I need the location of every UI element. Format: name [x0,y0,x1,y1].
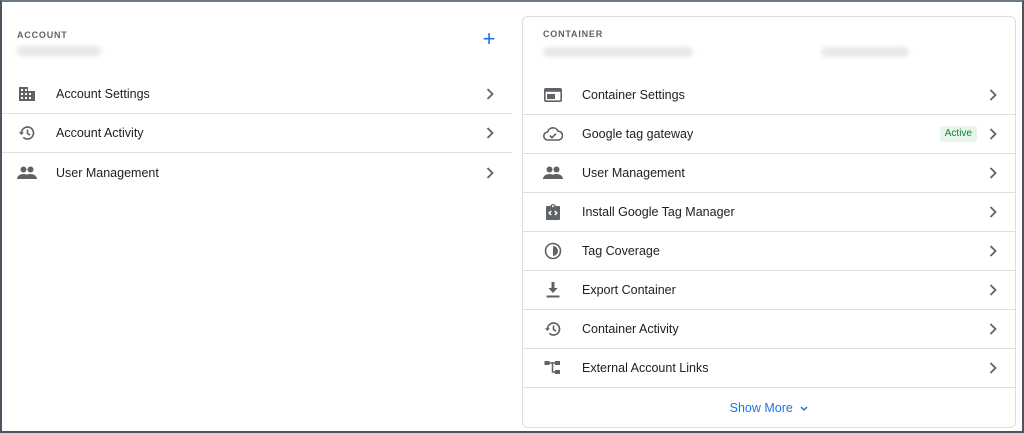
account-settings-row[interactable]: Account Settings [2,75,512,114]
download-icon [543,280,563,300]
container-id-redacted [821,47,909,57]
history-icon [17,123,37,143]
account-tree-icon [543,358,563,378]
export-container-label: Export Container [582,283,676,297]
show-more-label: Show More [729,401,793,415]
container-panel: CONTAINER Container Settings Google tag … [522,16,1016,428]
account-activity-row[interactable]: Account Activity [2,114,512,153]
container-menu: Container Settings Google tag gateway Ac… [523,76,1015,388]
people-icon [17,163,37,183]
status-badge: Active [939,126,977,142]
container-activity-label: Container Activity [582,322,679,336]
account-section-label: ACCOUNT [17,30,68,40]
container-section-label: CONTAINER [543,29,604,39]
account-menu: Account Settings Account Activity User M… [2,75,512,192]
account-user-management-row[interactable]: User Management [2,153,512,192]
container-settings-row[interactable]: Container Settings [523,76,1015,115]
account-activity-label: Account Activity [56,126,144,140]
add-account-button[interactable]: + [479,28,499,50]
chevron-right-icon [987,206,999,218]
install-gtm-row[interactable]: Install Google Tag Manager [523,193,1015,232]
code-clipboard-icon [543,202,563,222]
google-tag-gateway-row[interactable]: Google tag gateway Active [523,115,1015,154]
cloud-check-icon [543,124,563,144]
external-account-links-label: External Account Links [582,361,709,375]
chevron-right-icon [484,88,496,100]
coverage-icon [543,241,563,261]
chevron-right-icon [484,127,496,139]
tag-coverage-label: Tag Coverage [582,244,660,258]
chevron-right-icon [484,166,496,179]
chevron-right-icon [987,245,999,257]
account-name-redacted [17,46,101,56]
container-user-management-row[interactable]: User Management [523,154,1015,193]
tag-coverage-row[interactable]: Tag Coverage [523,232,1015,271]
external-account-links-row[interactable]: External Account Links [523,349,1015,388]
install-gtm-label: Install Google Tag Manager [582,205,735,219]
chevron-right-icon [987,89,999,101]
container-settings-label: Container Settings [582,88,685,102]
history-icon [543,319,563,339]
container-name-redacted [543,47,693,57]
google-tag-gateway-label: Google tag gateway [582,127,694,141]
chevron-right-icon [987,284,999,296]
web-window-icon [543,85,563,105]
show-more-button[interactable]: Show More [523,401,1015,415]
building-icon [17,84,37,104]
export-container-row[interactable]: Export Container [523,271,1015,310]
people-icon [543,163,563,183]
account-settings-label: Account Settings [56,87,150,101]
chevron-down-icon [800,406,808,412]
chevron-right-icon [987,167,999,179]
container-user-management-label: User Management [582,166,685,180]
chevron-right-icon [987,323,999,335]
container-activity-row[interactable]: Container Activity [523,310,1015,349]
chevron-right-icon [987,128,999,140]
account-user-management-label: User Management [56,165,159,180]
chevron-right-icon [987,362,999,374]
